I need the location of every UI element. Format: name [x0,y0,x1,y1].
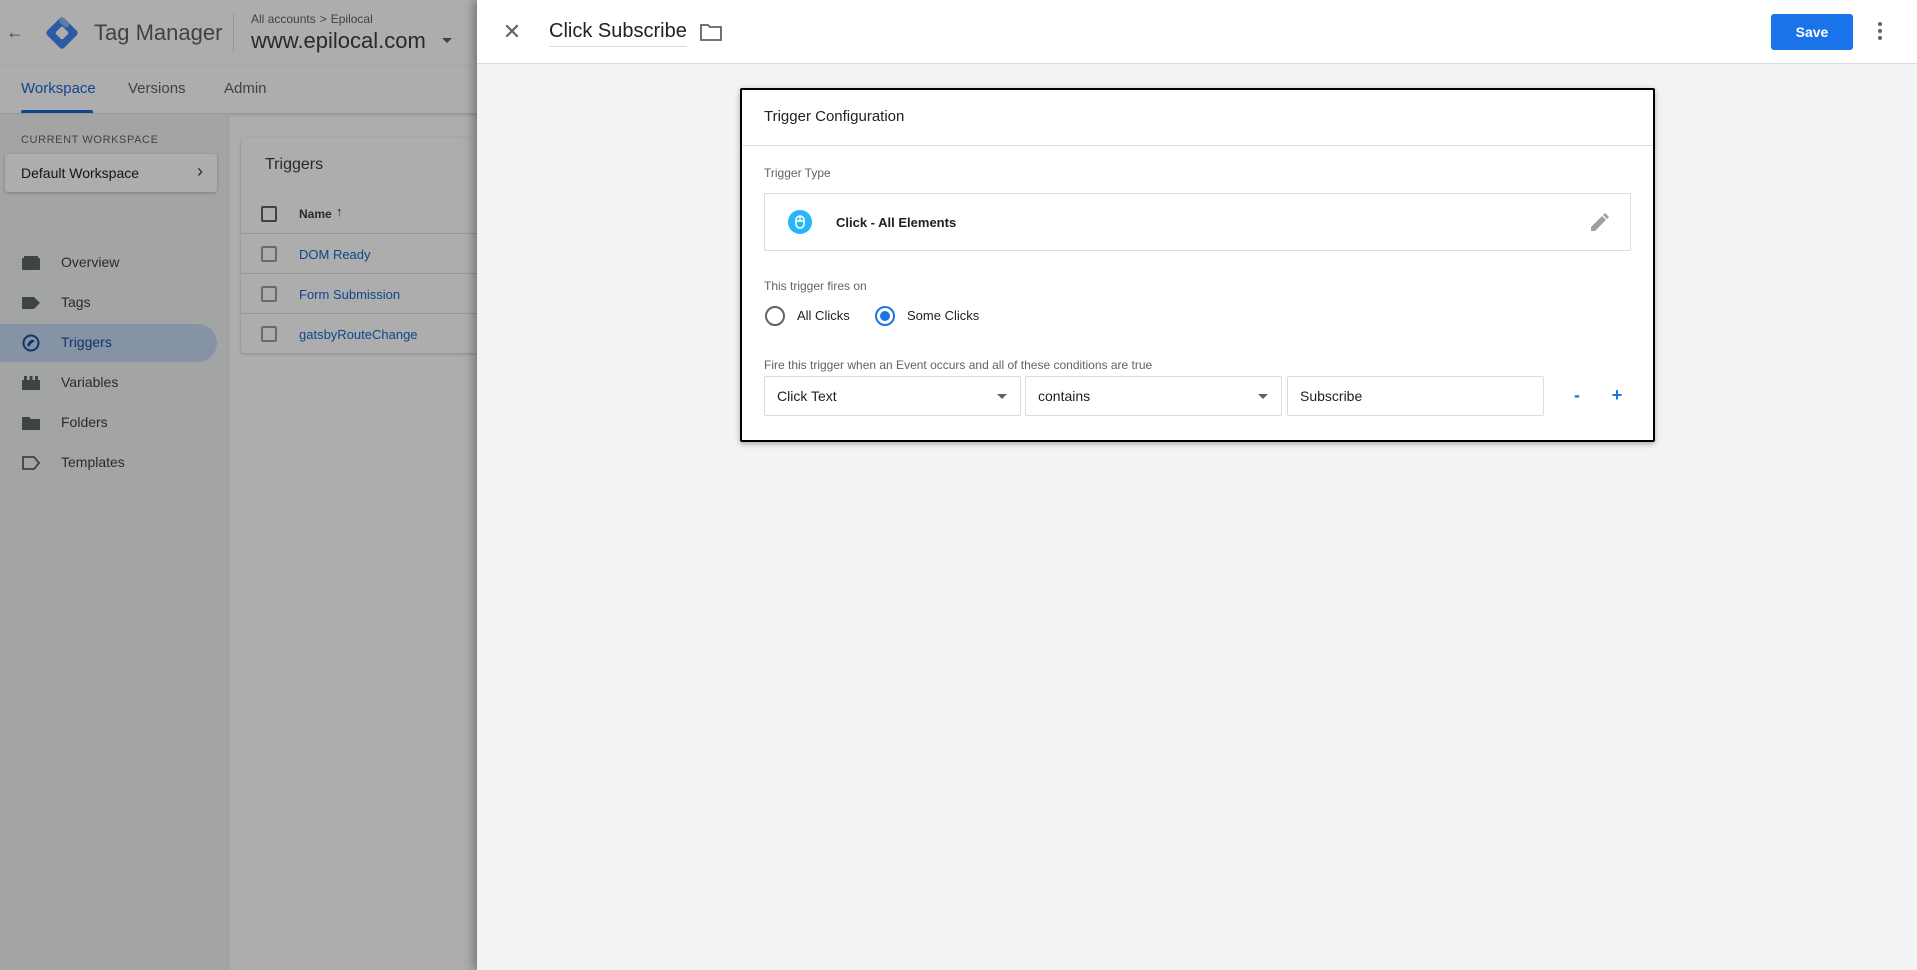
condition-operator-select[interactable]: contains [1025,376,1282,416]
folder-icon[interactable] [700,23,722,41]
more-vert-icon[interactable] [1877,20,1883,44]
condition-value-input[interactable] [1287,376,1544,416]
condition-operator-value: contains [1038,388,1091,404]
radio-some-clicks[interactable] [875,306,895,326]
some-clicks-label[interactable]: Some Clicks [907,308,979,323]
trigger-type-name: Click - All Elements [836,215,957,230]
caret-down-icon [1258,394,1268,399]
modal-backdrop[interactable] [0,0,477,970]
divider [742,145,1653,146]
close-icon[interactable]: ✕ [500,20,524,44]
mouse-click-icon [788,210,812,234]
condition-variable-value: Click Text [777,388,837,404]
trigger-configuration-card: Trigger Configuration Trigger Type Click… [740,88,1655,442]
fires-on-label: This trigger fires on [764,279,867,293]
trigger-type-label: Trigger Type [764,166,831,180]
panel-header: ✕ Click Subscribe Save [477,0,1917,64]
remove-condition-button[interactable]: - [1565,384,1589,408]
all-clicks-label[interactable]: All Clicks [797,308,850,323]
conditions-label: Fire this trigger when an Event occurs a… [764,358,1153,372]
edit-pencil-icon[interactable] [1588,212,1610,234]
radio-all-clicks[interactable] [765,306,785,326]
save-button[interactable]: Save [1771,14,1853,50]
config-title: Trigger Configuration [764,108,905,125]
caret-down-icon [997,394,1007,399]
add-condition-button[interactable]: + [1605,384,1629,408]
trigger-editor-panel: ✕ Click Subscribe Save Trigger Configura… [477,0,1917,970]
trigger-type-selector[interactable]: Click - All Elements [764,193,1631,251]
condition-variable-select[interactable]: Click Text [764,376,1021,416]
trigger-name-field[interactable]: Click Subscribe [549,20,687,47]
